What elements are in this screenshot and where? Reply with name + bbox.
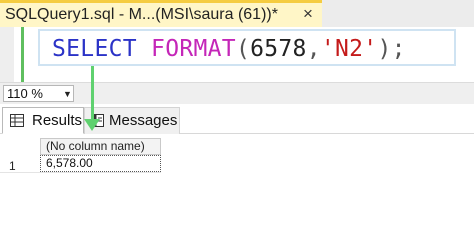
row-number[interactable]: 1 <box>9 159 16 173</box>
zoom-value: 110 % <box>7 86 43 101</box>
results-tabstrip: Results Messages <box>0 104 474 134</box>
function-format: FORMAT <box>151 36 236 62</box>
document-tab-bar: SQLQuery1.sql - M...(MSI\saura (61))* × <box>0 0 474 27</box>
annotation-arrow-shaft <box>91 66 94 122</box>
result-cell[interactable]: 6,578.00 <box>40 155 161 172</box>
tab-messages-label: Messages <box>109 112 178 129</box>
zoom-dropdown[interactable]: 110 % ▼ <box>3 85 74 102</box>
row-divider <box>0 172 161 173</box>
row-header-column <box>0 134 40 243</box>
column-header[interactable]: (No column name) <box>40 138 161 155</box>
string-literal: 'N2' <box>320 36 378 62</box>
document-tab-title: SQLQuery1.sql - M...(MSI\saura (61))* <box>5 6 278 23</box>
close-icon[interactable]: × <box>303 4 313 24</box>
query-text[interactable]: SELECT FORMAT(6578,'N2'); <box>52 36 406 62</box>
query-editor[interactable]: SELECT FORMAT(6578,'N2'); <box>0 27 474 82</box>
annotation-arrow-icon <box>84 119 100 131</box>
document-tab[interactable]: SQLQuery1.sql - M...(MSI\saura (61))* × <box>0 0 322 27</box>
comma: , <box>306 36 321 62</box>
results-grid[interactable]: (No column name) 1 6,578.00 <box>0 134 474 243</box>
number-literal: 6578 <box>250 36 307 62</box>
keyword-select: SELECT <box>52 36 137 62</box>
tab-results-label: Results <box>32 112 83 129</box>
change-tracking-bar <box>21 27 24 82</box>
tab-results[interactable]: Results <box>2 107 84 134</box>
open-paren: ( <box>235 36 251 62</box>
chevron-down-icon[interactable]: ▼ <box>63 86 72 102</box>
close-paren-semicolon: ); <box>377 36 406 62</box>
zoom-bar: 110 % ▼ <box>0 82 474 104</box>
grid-icon <box>10 114 24 131</box>
editor-gutter <box>0 27 14 82</box>
